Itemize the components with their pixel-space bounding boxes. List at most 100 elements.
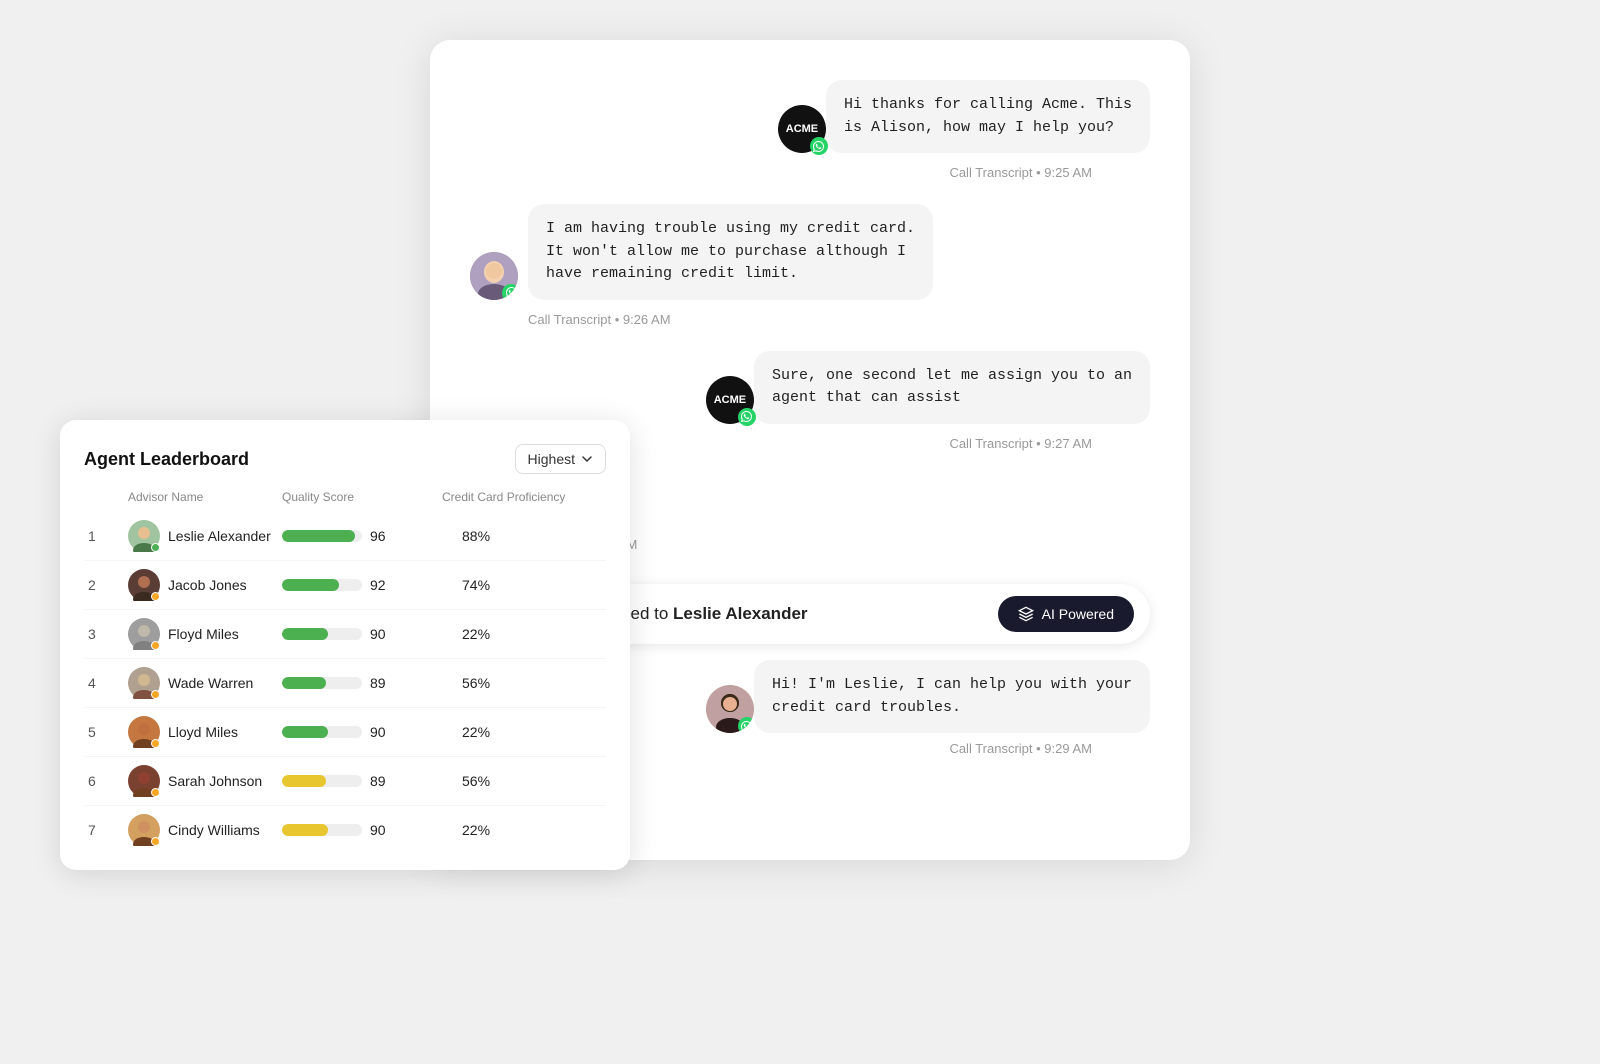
agent-name: Wade Warren (168, 675, 253, 691)
score-bar-fill (282, 530, 355, 542)
leaderboard-row: 1 Leslie Alexander 96 88% (84, 512, 606, 561)
score-bar (282, 775, 362, 787)
message-row-3: Sure, one second let me assign you to an… (470, 351, 1150, 424)
rank-number: 3 (88, 626, 128, 642)
acme-avatar-3: ACME (706, 376, 754, 424)
message-bubble-1: Hi thanks for calling Acme. This is Alis… (826, 80, 1150, 153)
agent-avatar (128, 520, 160, 552)
status-dot (151, 788, 160, 797)
rank-number: 5 (88, 724, 128, 740)
filter-dropdown[interactable]: Highest (515, 444, 606, 474)
score-bar (282, 824, 362, 836)
agent-avatar (128, 716, 160, 748)
status-dot (151, 837, 160, 846)
quality-score-cell: 90 (282, 724, 442, 740)
agent-avatar (128, 618, 160, 650)
msg-meta-1: Call Transcript • 9:25 AM (470, 165, 1150, 180)
message-bubble-5: Hi! I'm Leslie, I can help you with your… (754, 660, 1150, 733)
score-bar (282, 677, 362, 689)
whatsapp-badge-2 (502, 284, 518, 300)
leaderboard-rows: 1 Leslie Alexander 96 88% 2 (84, 512, 606, 854)
status-dot (151, 690, 160, 699)
score-bar (282, 628, 362, 640)
status-dot (151, 739, 160, 748)
leaderboard-panel: Agent Leaderboard Highest Advisor Name Q… (60, 420, 630, 870)
quality-score-cell: 90 (282, 822, 442, 838)
status-dot (151, 592, 160, 601)
agent-info: Sarah Johnson (128, 765, 282, 797)
acme-avatar-1: ACME (778, 105, 826, 153)
proficiency-value: 56% (442, 773, 602, 789)
score-bar (282, 530, 362, 542)
score-bar-fill (282, 824, 328, 836)
agent-name: Floyd Miles (168, 626, 239, 642)
agent-avatar (128, 765, 160, 797)
rank-number: 2 (88, 577, 128, 593)
agent-info: Leslie Alexander (128, 520, 282, 552)
quality-score-cell: 96 (282, 528, 442, 544)
score-number: 90 (370, 724, 386, 740)
leaderboard-header: Agent Leaderboard Highest (84, 444, 606, 474)
score-bar-fill (282, 628, 328, 640)
score-bar (282, 579, 362, 591)
status-dot (151, 543, 160, 552)
quality-score-cell: 89 (282, 773, 442, 789)
proficiency-value: 22% (442, 626, 602, 642)
leaderboard-row: 7 Cindy Williams 90 22% (84, 806, 606, 854)
score-number: 92 (370, 577, 386, 593)
agent-name: Jacob Jones (168, 577, 247, 593)
leaderboard-row: 4 Wade Warren 89 56% (84, 659, 606, 708)
agent-avatar (128, 667, 160, 699)
rank-number: 6 (88, 773, 128, 789)
score-bar-fill (282, 726, 328, 738)
proficiency-value: 22% (442, 822, 602, 838)
agent-info: Cindy Williams (128, 814, 282, 846)
agent-info: Jacob Jones (128, 569, 282, 601)
status-dot (151, 641, 160, 650)
agent-info: Floyd Miles (128, 618, 282, 650)
quality-score-cell: 89 (282, 675, 442, 691)
chevron-down-icon (581, 453, 593, 465)
whatsapp-badge-5 (738, 717, 754, 733)
score-bar (282, 726, 362, 738)
whatsapp-badge-3 (738, 408, 756, 426)
leaderboard-row: 2 Jacob Jones 92 74% (84, 561, 606, 610)
score-number: 96 (370, 528, 386, 544)
agent-name: Leslie Alexander (168, 528, 271, 544)
proficiency-value: 88% (442, 528, 602, 544)
quality-score-cell: 90 (282, 626, 442, 642)
leslie-avatar-5 (706, 685, 754, 733)
message-row-2: I am having trouble using my credit card… (470, 204, 1150, 300)
leaderboard-row: 6 Sarah Johnson 89 56% (84, 757, 606, 806)
agent-info: Wade Warren (128, 667, 282, 699)
proficiency-value: 74% (442, 577, 602, 593)
agent-name: Cindy Williams (168, 822, 260, 838)
score-bar-fill (282, 775, 326, 787)
agent-avatar (128, 814, 160, 846)
agent-avatar (128, 569, 160, 601)
rank-number: 4 (88, 675, 128, 691)
user-avatar-2 (470, 252, 518, 300)
agent-name: Sarah Johnson (168, 773, 262, 789)
message-bubble-2: I am having trouble using my credit card… (528, 204, 933, 300)
score-bar-fill (282, 677, 326, 689)
agent-name: Lloyd Miles (168, 724, 238, 740)
proficiency-value: 22% (442, 724, 602, 740)
message-bubble-3: Sure, one second let me assign you to an… (754, 351, 1150, 424)
score-number: 90 (370, 626, 386, 642)
msg-meta-2: Call Transcript • 9:26 AM (470, 312, 1150, 327)
agent-info: Lloyd Miles (128, 716, 282, 748)
leaderboard-title: Agent Leaderboard (84, 449, 249, 470)
ai-powered-button[interactable]: AI Powered (998, 596, 1134, 632)
leaderboard-columns: Advisor Name Quality Score Credit Card P… (84, 490, 606, 504)
proficiency-value: 56% (442, 675, 602, 691)
leaderboard-row: 3 Floyd Miles 90 22% (84, 610, 606, 659)
rank-number: 7 (88, 822, 128, 838)
message-row-1: Hi thanks for calling Acme. This is Alis… (470, 80, 1150, 153)
quality-score-cell: 92 (282, 577, 442, 593)
score-number: 89 (370, 773, 386, 789)
score-number: 90 (370, 822, 386, 838)
score-bar-fill (282, 579, 339, 591)
rank-number: 1 (88, 528, 128, 544)
leaderboard-row: 5 Lloyd Miles 90 22% (84, 708, 606, 757)
